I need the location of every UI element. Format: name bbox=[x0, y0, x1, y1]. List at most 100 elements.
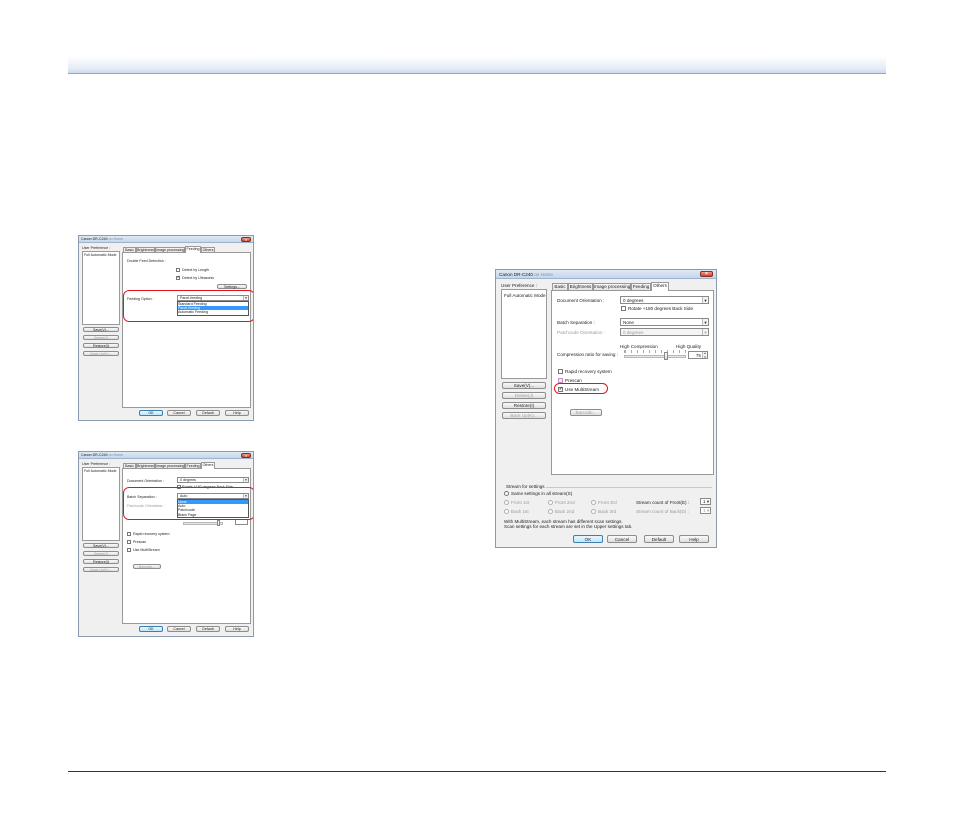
user-preference-label: User Preference : bbox=[501, 283, 537, 288]
list-item[interactable]: Full Automatic Mode bbox=[504, 293, 546, 298]
help-button[interactable]: Help bbox=[679, 535, 709, 543]
barcode-button[interactable]: Barcode... bbox=[133, 564, 161, 569]
rotate-back-checkbox[interactable] bbox=[621, 306, 626, 311]
back-2nd-radio[interactable] bbox=[548, 509, 553, 514]
tab-others[interactable]: Others bbox=[201, 462, 215, 469]
tab-feeding[interactable]: Feeding bbox=[631, 283, 651, 290]
same-settings-radio[interactable] bbox=[504, 491, 509, 496]
chevron-down-icon[interactable]: ▾ bbox=[702, 329, 708, 335]
rapid-recovery-label: Rapid recovery system bbox=[133, 532, 170, 536]
restore-button[interactable]: Restore(I) bbox=[83, 559, 119, 564]
dialog-batch-title-suffix: on Home bbox=[108, 453, 124, 457]
dialog-others: Canon DR-C240 on Home × User Preference … bbox=[495, 269, 717, 548]
dialog-feeding-titlebar: Canon DR-C240 on Home × bbox=[79, 236, 253, 243]
close-icon[interactable]: × bbox=[241, 453, 251, 458]
barcode-button[interactable]: Barcode... bbox=[570, 409, 602, 416]
user-preference-list[interactable]: Full Automatic Mode bbox=[82, 251, 120, 325]
cancel-button[interactable]: Cancel bbox=[167, 410, 191, 416]
tab-panel: Double Feed Detection : Detect by Length… bbox=[122, 252, 251, 408]
default-button[interactable]: Default bbox=[644, 535, 674, 543]
front-3rd-radio[interactable] bbox=[591, 500, 596, 505]
help-button[interactable]: Help bbox=[225, 626, 249, 632]
high-quality-label: High Quality bbox=[676, 344, 702, 349]
ok-button[interactable]: OK bbox=[573, 535, 603, 543]
tab-brightness[interactable]: Brightness bbox=[568, 283, 593, 290]
rapid-recovery-checkbox[interactable] bbox=[127, 532, 131, 536]
highlight-batch-separation bbox=[123, 487, 253, 520]
stream-count-front-spin[interactable]: 1 ▾ bbox=[700, 498, 711, 505]
tab-others[interactable]: Others bbox=[651, 282, 669, 291]
tab-image-processing[interactable]: Image processing bbox=[593, 283, 631, 290]
chevron-down-icon[interactable]: ▾ bbox=[706, 499, 710, 504]
use-multistream-label: Use MultiStream bbox=[133, 548, 160, 552]
batch-separation-label: Batch Separation : bbox=[557, 320, 595, 325]
highlight-feeding-option bbox=[123, 290, 253, 322]
dialog-batch-title: Canon DR-C240 bbox=[81, 453, 108, 457]
list-item[interactable]: Full Automatic Mode bbox=[84, 469, 117, 473]
cancel-button[interactable]: Cancel bbox=[167, 626, 191, 632]
prescan-checkbox[interactable] bbox=[127, 540, 131, 544]
help-button[interactable]: Help bbox=[225, 410, 249, 416]
use-multistream-checkbox[interactable] bbox=[127, 548, 131, 552]
prescan-label: Prescan bbox=[133, 540, 147, 544]
cancel-button[interactable]: Cancel bbox=[607, 535, 637, 543]
backup-button[interactable]: Back Up(K)... bbox=[502, 412, 546, 419]
back-3rd-radio[interactable] bbox=[591, 509, 596, 514]
doc-orientation-select[interactable]: 0 degrees ▾ bbox=[620, 296, 709, 304]
stream-count-back-spin[interactable]: 1 ▾ bbox=[700, 507, 711, 514]
dialog-others-title-suffix: on Home bbox=[534, 272, 553, 277]
back-1st-radio[interactable] bbox=[504, 509, 509, 514]
rapid-recovery-checkbox[interactable] bbox=[558, 369, 563, 374]
save-button[interactable]: Save(V)... bbox=[83, 327, 119, 332]
compression-spin[interactable]: 75 ▴ ▾ bbox=[688, 351, 708, 359]
backup-button[interactable]: Back Up(K)... bbox=[83, 351, 119, 356]
delete-button[interactable]: Delete(J) bbox=[83, 335, 119, 340]
user-preference-list[interactable]: Full Automatic Mode bbox=[82, 467, 120, 541]
tab-basic[interactable]: Basic bbox=[552, 283, 568, 290]
front-2nd-radio[interactable] bbox=[548, 500, 553, 505]
backup-button[interactable]: Back Up(K)... bbox=[83, 567, 119, 572]
close-icon[interactable]: × bbox=[700, 271, 713, 277]
stream-count-front-label: Stream count of Front(E) : bbox=[636, 500, 690, 505]
patchcode-orientation-select[interactable]: 0 degrees ▾ bbox=[620, 328, 709, 336]
footer-rule bbox=[68, 771, 886, 772]
multistream-note-line2: Scan settings for each stream are set in… bbox=[504, 524, 633, 529]
list-item[interactable]: Full Automatic Mode bbox=[84, 253, 117, 257]
compression-slider-thumb[interactable] bbox=[217, 520, 220, 526]
batch-separation-select[interactable]: None ▾ bbox=[620, 318, 709, 326]
tab-feeding[interactable]: Feeding bbox=[185, 246, 201, 253]
chevron-down-icon[interactable]: ▾ bbox=[702, 297, 708, 303]
patchcode-orientation-label: Patchcode Orientation : bbox=[557, 330, 606, 335]
detect-length-label: Detect by Length bbox=[182, 268, 210, 272]
close-icon[interactable]: × bbox=[241, 237, 251, 242]
chevron-down-icon[interactable]: ▾ bbox=[706, 508, 710, 513]
delete-button[interactable]: Delete(J) bbox=[502, 392, 546, 399]
dialog-others-titlebar: Canon DR-C240 on Home × bbox=[496, 270, 716, 279]
front-2nd-label: Front 2nd bbox=[555, 500, 575, 505]
compression-slider-track[interactable] bbox=[624, 355, 686, 358]
front-1st-radio[interactable] bbox=[504, 500, 509, 505]
spin-arrows-icon[interactable]: ▴ ▾ bbox=[702, 351, 707, 358]
save-button[interactable]: Save(V)... bbox=[83, 543, 119, 548]
ok-button[interactable]: OK bbox=[139, 410, 163, 416]
compression-slider-thumb[interactable] bbox=[664, 352, 668, 360]
save-button[interactable]: Save(V)... bbox=[502, 382, 546, 389]
user-preference-list[interactable]: Full Automatic Mode bbox=[501, 289, 547, 379]
chevron-down-icon[interactable]: ▾ bbox=[702, 319, 708, 325]
dialog-feeding-title-suffix: on Home bbox=[108, 237, 124, 241]
restore-button[interactable]: Restore(I) bbox=[502, 402, 546, 409]
stream-group-divider bbox=[546, 487, 712, 488]
default-button[interactable]: Default bbox=[196, 626, 220, 632]
delete-button[interactable]: Delete(J) bbox=[83, 551, 119, 556]
settings-button[interactable]: Settings... bbox=[217, 284, 247, 289]
doc-orientation-select[interactable]: 0 degrees ▾ bbox=[177, 477, 249, 483]
ok-button[interactable]: OK bbox=[139, 626, 163, 632]
front-3rd-label: Front 3rd bbox=[598, 500, 617, 505]
detect-length-checkbox[interactable] bbox=[176, 268, 180, 272]
stream-for-settings-label: Stream for settings bbox=[506, 484, 545, 489]
default-button[interactable]: Default bbox=[196, 410, 220, 416]
highlight-use-multistream bbox=[554, 383, 608, 394]
chevron-down-icon[interactable]: ▾ bbox=[243, 478, 248, 482]
detect-ultrasonic-checkbox[interactable] bbox=[176, 275, 180, 280]
restore-button[interactable]: Restore(I) bbox=[83, 343, 119, 348]
